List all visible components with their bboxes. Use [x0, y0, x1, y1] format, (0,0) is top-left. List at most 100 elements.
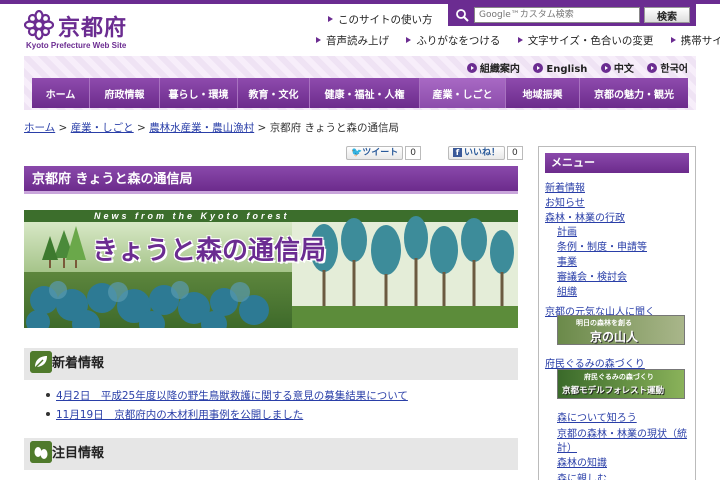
lang-link-organization[interactable]: 組織案内 [466, 63, 520, 75]
arrow-circle-icon [600, 63, 611, 73]
sidebar-link-enjoy-forest[interactable]: 森に親しむ [557, 470, 607, 480]
facebook-icon: f [452, 148, 462, 157]
breadcrumb-sep: > [137, 122, 146, 134]
utility-label: 音声読み上げ [326, 35, 389, 47]
search-icon [456, 9, 469, 22]
banner-main: 京都モデルフォレスト運動 [562, 386, 665, 396]
breadcrumb-sep: > [58, 122, 68, 134]
nav-item-health[interactable]: 健康・福祉・人権 [310, 78, 420, 108]
tweet-button[interactable]: 🐦ツイート [346, 146, 404, 160]
news-link[interactable]: 11月19日 京都府内の木材利用事例を公開しました [56, 409, 303, 421]
arrow-circle-icon [533, 63, 544, 73]
arrow-right-icon [406, 37, 412, 43]
sidebar-link-forest-status[interactable]: 京都の森林・林業の現状（統 [557, 425, 687, 440]
model-forest-banner[interactable]: 府民ぐるみの森づくり 京都モデルフォレスト運動 [557, 369, 685, 399]
lang-label: 한국어 [660, 64, 688, 75]
nav-item-education[interactable]: 教育・文化 [238, 78, 310, 108]
banner-title: きょうと森の通信局 [92, 236, 327, 266]
arrow-circle-icon [466, 63, 477, 73]
page: 京都府 Kyoto Prefecture Web Site このサイトの使い方 … [0, 0, 720, 480]
breadcrumb-agriculture[interactable]: 農林水産業・農山漁村 [149, 122, 254, 134]
nav-item-living[interactable]: 暮らし・環境 [160, 78, 238, 108]
banner-caption: 府民ぐるみの森づくり [584, 373, 654, 381]
lang-link-chinese[interactable]: 中文 [600, 63, 634, 75]
breadcrumb-home[interactable]: ホーム [24, 122, 55, 134]
utility-label: 文字サイズ・色合いの変更 [527, 35, 654, 47]
sidebar-link-notices[interactable]: お知らせ [545, 194, 585, 209]
like-button[interactable]: f いいね！ [447, 146, 505, 160]
nav-item-regional[interactable]: 地域振興 [506, 78, 580, 108]
yamabito-banner[interactable]: 明日の森林を創る 京の山人 [557, 315, 685, 345]
utility-link-furigana[interactable]: ふりがなをつける [406, 35, 500, 47]
search-button[interactable]: 検索 [644, 7, 690, 23]
news-list: 4月2日 平成25年度以降の野生鳥獣救護に関する意見の募集結果について 11月1… [46, 388, 408, 426]
social-buttons: 🐦ツイート 0 f いいね！ 0 [346, 146, 523, 160]
sidebar-link-plans[interactable]: 計画 [557, 223, 577, 238]
breadcrumb-current: 京都府 きょうと森の通信局 [269, 122, 400, 134]
site-logo[interactable]: 京都府 Kyoto Prefecture Web Site [24, 8, 184, 52]
arrow-right-icon [670, 37, 676, 43]
utility-link-voice[interactable]: 音声読み上げ [316, 35, 389, 47]
tweet-label: ツイート [362, 148, 399, 158]
sidebar-link-councils[interactable]: 審議会・検討会 [557, 268, 627, 283]
sidebar-link-forest-admin[interactable]: 森林・林業の行政 [545, 209, 625, 224]
utility-label: ふりがなをつける [416, 35, 501, 47]
howto-link[interactable]: このサイトの使い方 [328, 12, 433, 27]
arrow-right-icon [328, 16, 333, 22]
news-link[interactable]: 4月2日 平成25年度以降の野生鳥獣救護に関する意見の募集結果について [56, 390, 408, 402]
nav-item-home[interactable]: ホーム [32, 78, 90, 108]
breadcrumb-industry[interactable]: 産業・しごと [71, 122, 134, 134]
forest-banner-image: News from the Kyoto forest きょうと森の通信局 [24, 210, 518, 328]
sidebar-link-news[interactable]: 新着情報 [545, 179, 585, 194]
nav-item-tourism[interactable]: 京都の魅力・観光 [580, 78, 688, 108]
arrow-right-icon [316, 37, 321, 43]
nav-item-government[interactable]: 府政情報 [90, 78, 160, 108]
sidebar-menu-title: メニュー [545, 153, 689, 173]
banner-tagline: News from the Kyoto forest [94, 211, 290, 221]
like-label: いいね！ [463, 148, 500, 158]
nav-band: 組織案内 English 中文 한국어 ホーム 府政情報 暮らし・環境 教育・文… [24, 56, 696, 110]
lang-label: 中文 [613, 64, 634, 75]
arrow-right-icon [517, 37, 523, 43]
utility-label: 携帯サイト [680, 35, 720, 47]
breadcrumb-sep: > [257, 122, 267, 134]
sidebar-link-forest-status-cont[interactable]: 計） [557, 439, 577, 454]
utility-link-mobile[interactable]: 携帯サイト [670, 35, 720, 47]
search-input[interactable] [474, 7, 640, 23]
section-heading-featured: 注目情報 [24, 438, 518, 470]
sidebar-link-learn-forest[interactable]: 森について知ろう [557, 409, 637, 424]
utility-links: 音声読み上げ ふりがなをつける 文字サイズ・色合いの変更 携帯サイト [316, 33, 720, 48]
list-item: 11月19日 京都府内の木材利用事例を公開しました [46, 407, 408, 422]
banner-main: 京の山人 [590, 330, 639, 344]
like-count: 0 [506, 146, 523, 160]
kyoto-crest-icon [24, 10, 54, 40]
sidebar-link-projects[interactable]: 事業 [557, 253, 577, 268]
main-nav: ホーム 府政情報 暮らし・環境 教育・文化 健康・福祉・人権 産業・しごと 地域… [32, 78, 688, 108]
sidebar-link-forest-knowledge[interactable]: 森林の知識 [557, 454, 607, 469]
tweet-count: 0 [405, 146, 421, 160]
banner-caption: 明日の森林を創る [576, 319, 632, 327]
site-subtitle: Kyoto Prefecture Web Site [26, 41, 127, 50]
lang-link-korean[interactable]: 한국어 [647, 63, 688, 75]
lang-link-english[interactable]: English [533, 63, 588, 75]
arrow-circle-icon [647, 63, 658, 73]
breadcrumb: ホーム > 産業・しごと > 農林水産業・農山漁村 > 京都府 きょうと森の通信… [24, 120, 399, 135]
list-item: 4月2日 平成25年度以降の野生鳥獣救護に関する意見の募集結果について [46, 388, 408, 403]
site-name: 京都府 [58, 16, 128, 41]
nav-item-industry[interactable]: 産業・しごと [420, 78, 506, 108]
leaf-icon [30, 441, 52, 463]
page-title: 京都府 きょうと森の通信局 [24, 166, 518, 194]
leaf-icon [30, 351, 52, 373]
utility-link-textsize[interactable]: 文字サイズ・色合いの変更 [517, 35, 654, 47]
sidebar-link-regulations[interactable]: 条例・制度・申請等 [557, 238, 647, 253]
section-heading-news: 新着情報 [24, 348, 518, 380]
twitter-icon: 🐦 [351, 148, 363, 158]
section-title: 注目情報 [52, 446, 105, 461]
section-title: 新着情報 [52, 356, 105, 371]
howto-label: このサイトの使い方 [338, 14, 433, 26]
sidebar-link-forest-making[interactable]: 府民ぐるみの森づくり [545, 355, 645, 370]
search-form: 検索 [448, 4, 696, 26]
sidebar-link-organization[interactable]: 組織 [557, 283, 577, 298]
lang-label: English [546, 64, 588, 75]
sidebar: メニュー 新着情報 お知らせ 森林・林業の行政 計画 条例・制度・申請等 事業 … [538, 146, 696, 480]
